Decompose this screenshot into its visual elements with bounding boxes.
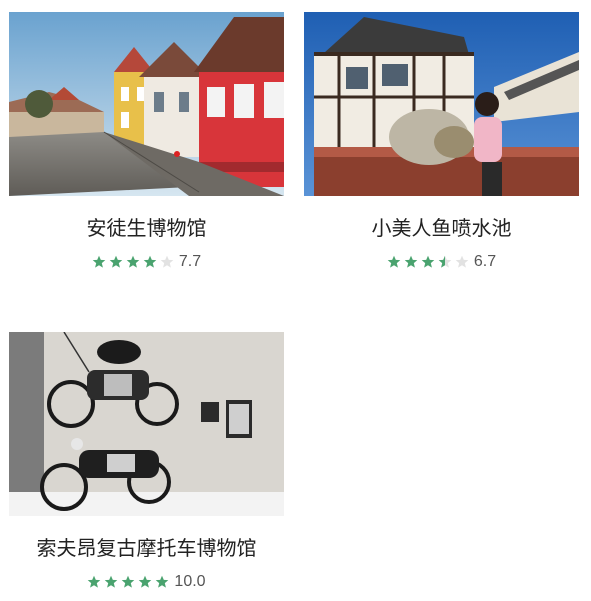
attraction-card[interactable]: 小美人鱼喷水池 6.7 <box>304 12 579 273</box>
star-filled-icon <box>387 255 401 268</box>
star-filled-icon <box>122 575 135 588</box>
star-rating <box>92 255 174 269</box>
star-filled-icon <box>156 575 169 588</box>
star-filled-icon <box>143 255 157 268</box>
star-half-icon <box>438 255 452 268</box>
star-empty-icon <box>455 255 469 268</box>
vintage-motorcycles-photo[interactable] <box>9 332 284 516</box>
star-filled-icon <box>421 255 435 268</box>
rating: 6.7 <box>304 251 579 273</box>
street-colorful-houses-photo[interactable] <box>9 12 284 196</box>
rating-score: 10.0 <box>174 573 206 590</box>
attraction-card[interactable]: 安徒生博物馆 7.7 <box>9 12 284 273</box>
star-filled-icon <box>88 575 101 588</box>
star-rating <box>87 575 169 589</box>
attraction-card[interactable]: 索夫昂复古摩托车博物馆 10.0 <box>9 332 284 593</box>
star-filled-icon <box>92 255 106 268</box>
rating-score: 7.7 <box>178 253 202 270</box>
rating: 10.0 <box>9 571 284 593</box>
star-filled-icon <box>404 255 418 268</box>
rating: 7.7 <box>9 251 284 273</box>
star-filled-icon <box>139 575 152 588</box>
attraction-title[interactable]: 小美人鱼喷水池 <box>304 215 579 241</box>
woman-at-fountain-photo[interactable] <box>304 12 579 196</box>
attraction-title[interactable]: 安徒生博物馆 <box>9 215 284 241</box>
star-filled-icon <box>105 575 118 588</box>
star-filled-icon <box>109 255 123 268</box>
star-empty-icon <box>160 255 174 268</box>
rating-score: 6.7 <box>473 253 497 270</box>
star-filled-icon <box>126 255 140 268</box>
attraction-title[interactable]: 索夫昂复古摩托车博物馆 <box>9 535 284 561</box>
star-rating <box>387 255 469 269</box>
